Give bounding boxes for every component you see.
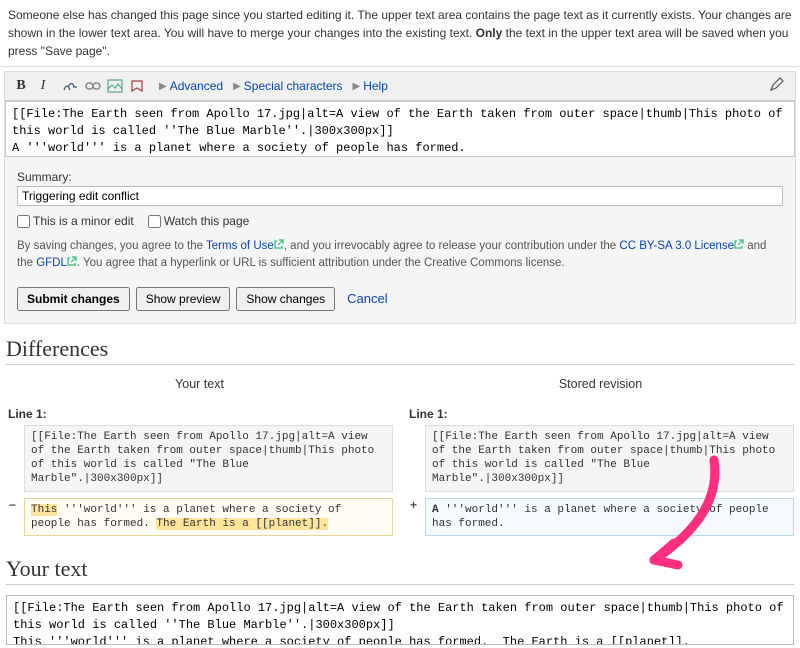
your-text-heading: Your text xyxy=(6,556,794,585)
cc-license-link[interactable]: CC BY-SA 3.0 License xyxy=(619,240,744,252)
lower-wikitext-textarea[interactable] xyxy=(6,595,794,645)
summary-section: Summary: xyxy=(5,160,795,206)
toolbar-advanced[interactable]: ▶Advanced xyxy=(159,79,223,93)
diff-left-lineno: Line 1: xyxy=(8,407,393,421)
watch-page-option[interactable]: Watch this page xyxy=(148,214,250,228)
summary-input[interactable] xyxy=(17,186,783,206)
diff-right-title: Stored revision xyxy=(407,377,794,391)
edit-conflict-notice: Someone else has changed this page since… xyxy=(0,0,800,67)
reference-button[interactable] xyxy=(127,76,147,96)
cancel-link[interactable]: Cancel xyxy=(347,291,387,306)
notice-line2a: the lower text area. You will have to me… xyxy=(59,26,476,40)
external-link-icon xyxy=(67,256,77,266)
submit-button[interactable]: Submit changes xyxy=(17,287,130,311)
diff-added-cell: A '''world''' is a planet where a societ… xyxy=(425,498,794,537)
toolbar-special-chars[interactable]: ▶Special characters xyxy=(233,79,342,93)
chevron-right-icon: ▶ xyxy=(353,81,361,92)
diff-left-row1: [[File:The Earth seen from Apollo 17.jpg… xyxy=(6,425,393,492)
minor-edit-checkbox[interactable] xyxy=(17,215,30,228)
diff-right-row2: + A '''world''' is a planet where a soci… xyxy=(407,498,794,537)
edit-toolbar: B I ▶Advanced ▶Special characters ▶Help xyxy=(5,72,795,101)
show-changes-button[interactable]: Show changes xyxy=(236,287,335,311)
gfdl-link[interactable]: GFDL xyxy=(36,257,77,269)
terms-of-use-link[interactable]: Terms of Use xyxy=(206,240,284,252)
signature-button[interactable] xyxy=(61,76,81,96)
diff-context-cell: [[File:The Earth seen from Apollo 17.jpg… xyxy=(425,425,794,492)
chevron-right-icon: ▶ xyxy=(233,81,241,92)
edit-options: This is a minor edit Watch this page xyxy=(5,206,795,234)
diff-context-cell: [[File:The Earth seen from Apollo 17.jpg… xyxy=(24,425,393,492)
notice-bold: Only xyxy=(476,26,503,40)
bold-button[interactable]: B xyxy=(11,76,31,96)
diff-right-row1: [[File:The Earth seen from Apollo 17.jpg… xyxy=(407,425,794,492)
edit-form: B I ▶Advanced ▶Special characters ▶Help … xyxy=(4,71,796,324)
image-button[interactable] xyxy=(105,76,125,96)
diff-plus-mark: + xyxy=(407,498,421,537)
edit-pencil-icon[interactable] xyxy=(769,76,789,96)
summary-label: Summary: xyxy=(17,170,783,184)
action-buttons: Submit changes Show preview Show changes… xyxy=(5,283,795,323)
external-link-icon xyxy=(734,239,744,249)
diff-right-lineno: Line 1: xyxy=(409,407,794,421)
minor-edit-option[interactable]: This is a minor edit xyxy=(17,214,134,228)
link-button[interactable] xyxy=(83,76,103,96)
chevron-right-icon: ▶ xyxy=(159,81,167,92)
diff-table: Your text Stored revision Line 1: Line 1… xyxy=(6,375,794,543)
watch-page-checkbox[interactable] xyxy=(148,215,161,228)
diff-minus-mark: − xyxy=(6,498,20,537)
upper-wikitext-textarea[interactable] xyxy=(5,101,795,157)
diff-deleted-cell: This '''world''' is a planet where a soc… xyxy=(24,498,393,537)
show-preview-button[interactable]: Show preview xyxy=(136,287,231,311)
diff-left-title: Your text xyxy=(6,377,393,391)
diff-left-row2: − This '''world''' is a planet where a s… xyxy=(6,498,393,537)
differences-heading: Differences xyxy=(6,336,794,365)
external-link-icon xyxy=(274,239,284,249)
legal-text: By saving changes, you agree to the Term… xyxy=(5,234,795,283)
toolbar-help[interactable]: ▶Help xyxy=(353,79,388,93)
italic-button[interactable]: I xyxy=(33,76,53,96)
